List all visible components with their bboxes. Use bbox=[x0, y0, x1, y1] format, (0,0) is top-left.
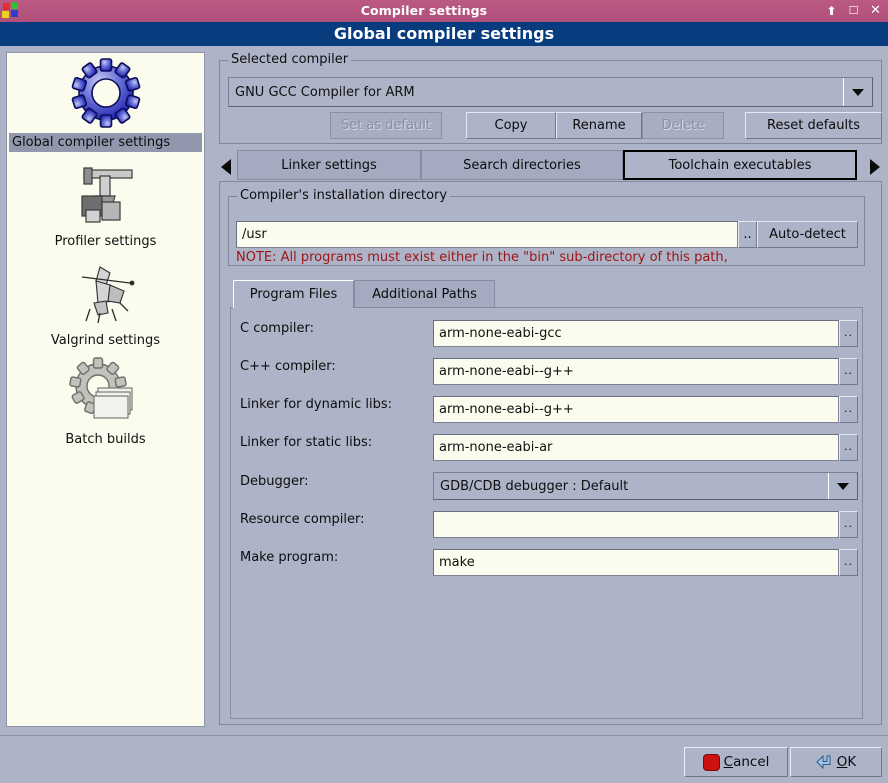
tab-linker-settings[interactable]: Linker settings bbox=[237, 150, 421, 180]
debugger-label: Debugger: bbox=[240, 474, 309, 489]
c-compiler-browse-button[interactable]: .. bbox=[839, 320, 858, 347]
auto-detect-button[interactable]: Auto-detect bbox=[757, 221, 858, 248]
tab-toolchain-executables[interactable]: Toolchain executables bbox=[623, 150, 857, 180]
compiler-settings-dialog: Compiler settings ⬆ ☐ ✕ Global compiler … bbox=[0, 0, 888, 783]
resource-compiler-label: Resource compiler: bbox=[240, 512, 365, 527]
tab-search-directories[interactable]: Search directories bbox=[421, 150, 623, 180]
dynamic-linker-label: Linker for dynamic libs: bbox=[240, 397, 392, 412]
reset-defaults-button[interactable]: Reset defaults bbox=[745, 112, 882, 139]
chevron-right-icon[interactable] bbox=[868, 157, 882, 177]
chevron-down-icon bbox=[828, 473, 857, 499]
compiler-select[interactable]: GNU GCC Compiler for ARM bbox=[228, 77, 873, 107]
sidebar-item-valgrind-settings[interactable]: Valgrind settings bbox=[7, 251, 204, 350]
cpp-compiler-browse-button[interactable]: .. bbox=[839, 358, 858, 385]
grey-gear-stack-icon bbox=[7, 354, 204, 428]
compiler-select-value: GNU GCC Compiler for ARM bbox=[235, 84, 415, 100]
tab-additional-paths[interactable]: Additional Paths bbox=[354, 280, 495, 308]
make-program-label: Make program: bbox=[240, 550, 339, 565]
window-controls: ⬆ ☐ ✕ bbox=[825, 0, 882, 22]
static-linker-browse-button[interactable]: .. bbox=[839, 434, 858, 461]
shade-button[interactable]: ⬆ bbox=[825, 0, 838, 22]
sidebar-item-label: Valgrind settings bbox=[50, 333, 161, 348]
chevron-down-icon bbox=[843, 78, 872, 106]
selected-compiler-group-title: Selected compiler bbox=[228, 52, 352, 67]
window-title: Compiler settings bbox=[360, 3, 488, 18]
sidebar-item-label: Batch builds bbox=[65, 432, 146, 447]
static-linker-label: Linker for static libs: bbox=[240, 435, 373, 450]
settings-sidebar: Global compiler settings Profiler settin… bbox=[6, 52, 205, 727]
set-as-default-button[interactable]: Set as default bbox=[330, 112, 442, 139]
cpp-compiler-input[interactable]: arm-none-eabi--g++ bbox=[433, 358, 839, 385]
debugger-select-value: GDB/CDB debugger : Default bbox=[440, 478, 629, 494]
cpp-compiler-label: C++ compiler: bbox=[240, 359, 336, 374]
dynamic-linker-browse-button[interactable]: .. bbox=[839, 396, 858, 423]
rename-button[interactable]: Rename bbox=[556, 112, 642, 139]
install-directory-note: NOTE: All programs must exist either in … bbox=[236, 250, 728, 265]
install-directory-browse-button[interactable]: .. bbox=[738, 221, 757, 248]
sidebar-item-label: Profiler settings bbox=[54, 234, 157, 249]
install-directory-input[interactable]: /usr bbox=[236, 221, 738, 248]
c-compiler-input[interactable]: arm-none-eabi-gcc bbox=[433, 320, 839, 347]
static-linker-input[interactable]: arm-none-eabi-ar bbox=[433, 434, 839, 461]
settings-tabstrip: Linker settings Search directories Toolc… bbox=[219, 150, 882, 182]
enter-arrow-icon bbox=[816, 755, 833, 769]
close-button[interactable]: ✕ bbox=[869, 0, 882, 22]
make-program-input[interactable]: make bbox=[433, 549, 839, 576]
page-title: Global compiler settings bbox=[0, 22, 888, 46]
install-directory-group-title: Compiler's installation directory bbox=[237, 188, 451, 203]
sidebar-item-label: Global compiler settings bbox=[9, 133, 202, 152]
footer-separator bbox=[0, 735, 888, 736]
copy-button[interactable]: Copy bbox=[466, 112, 556, 139]
c-compiler-label: C compiler: bbox=[240, 321, 314, 336]
valgrind-icon bbox=[7, 255, 204, 329]
maximize-button[interactable]: ☐ bbox=[847, 0, 860, 22]
debugger-select[interactable]: GDB/CDB debugger : Default bbox=[433, 472, 858, 500]
codeblocks-logo-icon bbox=[2, 2, 20, 20]
stop-icon bbox=[702, 753, 720, 771]
blue-gear-icon bbox=[7, 57, 204, 131]
sidebar-item-profiler-settings[interactable]: Profiler settings bbox=[7, 152, 204, 251]
ok-button-label: OK bbox=[836, 754, 857, 770]
chevron-left-icon[interactable] bbox=[219, 157, 233, 177]
caliper-icon bbox=[7, 156, 204, 230]
tab-program-files[interactable]: Program Files bbox=[233, 280, 354, 308]
dynamic-linker-input[interactable]: arm-none-eabi--g++ bbox=[433, 396, 839, 423]
cancel-button[interactable]: Cancel bbox=[684, 747, 788, 777]
ok-button[interactable]: OK bbox=[790, 747, 882, 777]
make-program-browse-button[interactable]: .. bbox=[839, 549, 858, 576]
sidebar-item-batch-builds[interactable]: Batch builds bbox=[7, 350, 204, 449]
sidebar-item-global-compiler-settings[interactable]: Global compiler settings bbox=[7, 53, 204, 152]
resource-compiler-browse-button[interactable]: .. bbox=[839, 511, 858, 538]
cancel-button-label: Cancel bbox=[723, 754, 770, 770]
resource-compiler-input[interactable] bbox=[433, 511, 839, 538]
window-titlebar: Compiler settings ⬆ ☐ ✕ bbox=[0, 0, 888, 22]
delete-button[interactable]: Delete bbox=[642, 112, 724, 139]
